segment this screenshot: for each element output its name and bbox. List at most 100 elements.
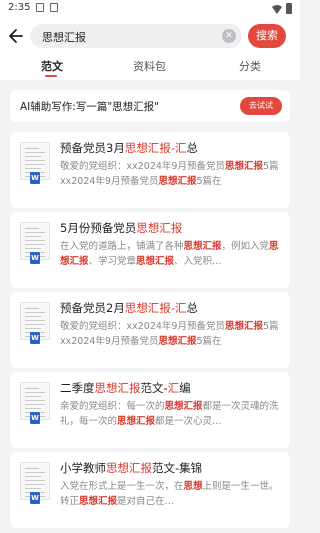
thumbnail-line (25, 244, 45, 245)
result-snippet: 敬爱的党组织：xx2024年9月预备党员思想汇报5篇xx2024年9月预备党员思… (60, 319, 284, 349)
text-segment: ，例如入党 (221, 241, 270, 252)
status-time: 2:35 (8, 2, 31, 13)
wifi-icon (272, 4, 282, 14)
thumbnail-line (25, 236, 41, 237)
text-segment: 敬爱的党组织：xx2024年9月预备党员 (60, 161, 225, 172)
text-segment: 5月份预备党员 (60, 221, 137, 235)
text-segment: 编 (179, 381, 191, 395)
result-snippet: 入党在形式上是一生一次，在思想上则是一生一世。转正思想汇报是对自己在… (60, 479, 284, 509)
tab-categories[interactable]: 分类 (239, 58, 261, 74)
text-segment: 亲爱的党组织：每一次的 (60, 401, 165, 412)
text-segment: 入党在形式上是一生一次，在 (60, 481, 184, 492)
word-doc-icon: W (30, 252, 40, 264)
word-doc-icon: W (30, 332, 40, 344)
thumbnail-line (25, 476, 41, 477)
back-arrow-icon[interactable] (8, 26, 24, 46)
status-bar: 2:35 (0, 0, 300, 18)
text-segment: 预备党员2月 (60, 301, 125, 315)
highlighted-keyword: 思想汇报 (79, 496, 118, 507)
highlighted-keyword: 思想汇报 (136, 221, 183, 235)
battery-icon (286, 3, 292, 14)
thumbnail-line (25, 396, 41, 397)
search-bar: 思想汇报 ✕ 搜索 (0, 18, 300, 54)
thumbnail-line (25, 148, 39, 149)
text-segment: 在入党的道路上，铺满了各种 (60, 241, 184, 252)
text-segment: 预备党员3月 (60, 141, 125, 155)
search-button[interactable]: 搜索 (248, 24, 286, 48)
thumbnail-line (25, 232, 45, 233)
notification-icon (36, 3, 44, 12)
result-title: 5月份预备党员思想汇报 (60, 220, 182, 236)
result-card[interactable]: W 5月份预备党员思想汇报在入党的道路上，铺满了各种思想汇报，例如入党思想汇报、学… (10, 212, 290, 288)
word-doc-icon: W (30, 172, 40, 184)
text-segment: 、学习党章 (88, 256, 137, 267)
thumbnail-line (25, 168, 41, 169)
search-input[interactable]: 思想汇报 ✕ (30, 24, 242, 48)
thumbnail-line (25, 480, 45, 481)
active-tab-indicator (45, 75, 57, 77)
result-snippet: 在入党的道路上，铺满了各种思想汇报，例如入党思想汇报、学习党章思想汇报、入党积… (60, 239, 284, 269)
tab-essays[interactable]: 范文 (41, 58, 63, 74)
highlighted-keyword: 思想汇报 (117, 416, 156, 427)
thumbnail-line (25, 228, 39, 229)
thumbnail-line (25, 152, 45, 153)
clear-icon[interactable]: ✕ (222, 29, 236, 43)
text-segment: 小学教师 (60, 461, 106, 475)
result-title: 二季度思想汇报范文-汇编 (60, 380, 191, 396)
thumbnail-line (25, 404, 45, 405)
highlighted-keyword: 思想汇报 (106, 461, 152, 475)
thumbnail-line (25, 240, 45, 241)
result-title: 预备党员2月思想汇报-汇总 (60, 300, 198, 316)
text-segment: 、入党积… (174, 256, 222, 267)
text-segment: 是对自己在… (117, 496, 175, 507)
thumbnail-line (25, 160, 45, 161)
result-title: 预备党员3月思想汇报-汇总 (60, 140, 198, 156)
text-segment: 二季度 (60, 381, 95, 395)
word-doc-icon: W (30, 412, 40, 424)
ai-writing-text: AI辅助写作:写一篇"思想汇报" (20, 101, 159, 113)
highlighted-keyword: 思想汇报 (158, 176, 197, 187)
thumbnail-line (25, 468, 39, 469)
highlighted-keyword: 思想 (183, 481, 203, 492)
result-card[interactable]: W 小学教师思想汇报范文-集锦 入党在形式上是一生一次，在思想上则是一生一世。转正思… (10, 452, 290, 528)
ai-writing-banner[interactable]: AI辅助写作:写一篇"思想汇报" 去试试 (10, 90, 290, 122)
highlighted-keyword: -汇 (170, 301, 187, 315)
tab-materials[interactable]: 资料包 (133, 58, 166, 74)
highlighted-keyword: 思想汇报 (158, 336, 197, 347)
search-query: 思想汇报 (42, 31, 86, 44)
result-snippet: 亲爱的党组织：每一次的思想汇报都是一次灵魂的洗礼，每一次的思想汇报都是一次心灵… (60, 399, 284, 429)
tab-bar: 范文 资料包 分类 (0, 54, 300, 80)
thumbnail-line (25, 488, 41, 489)
thumbnail-line (25, 156, 41, 157)
text-segment: 总 (186, 141, 198, 155)
thumbnail-line (25, 164, 45, 165)
thumbnail-line (25, 472, 45, 473)
sim-icon (50, 3, 58, 12)
highlighted-keyword: 汇 (167, 381, 180, 395)
text-segment: 范文- (140, 381, 168, 395)
result-title: 小学教师思想汇报范文-集锦 (60, 460, 202, 476)
thumbnail-line (25, 400, 45, 401)
thumbnail-line (25, 388, 39, 389)
thumbnail-line (25, 328, 41, 329)
thumbnail-line (25, 324, 45, 325)
text-segment: 范文-集锦 (152, 461, 203, 475)
result-snippet: 敬爱的党组织：xx2024年9月预备党员思想汇报5篇xx2024年9月预备党员思… (60, 159, 284, 189)
thumbnail-line (25, 316, 41, 317)
highlighted-keyword: -汇 (170, 141, 187, 155)
highlighted-keyword: 思想汇报 (124, 141, 171, 155)
thumbnail-line (25, 308, 39, 309)
highlighted-keyword: 思想汇报 (124, 301, 171, 315)
text-segment: 总 (186, 301, 198, 315)
thumbnail-line (25, 408, 41, 409)
try-button[interactable]: 去试试 (240, 97, 282, 115)
result-card[interactable]: W 二季度思想汇报范文-汇编 亲爱的党组织：每一次的思想汇报都是一次灵魂的洗礼，每一… (10, 372, 290, 448)
thumbnail-line (25, 248, 41, 249)
result-card[interactable]: W 预备党员3月思想汇报-汇总 敬爱的党组织：xx2024年9月预备党员思想汇报5篇… (10, 132, 290, 208)
word-doc-icon: W (30, 492, 40, 504)
thumbnail-line (25, 320, 45, 321)
highlighted-keyword: 思想汇报 (224, 161, 263, 172)
text-segment: 5篇在 (196, 176, 222, 187)
highlighted-keyword: 思想汇报 (94, 381, 141, 395)
result-card[interactable]: W 预备党员2月思想汇报-汇总 敬爱的党组织：xx2024年9月预备党员思想汇报5篇… (10, 292, 290, 368)
